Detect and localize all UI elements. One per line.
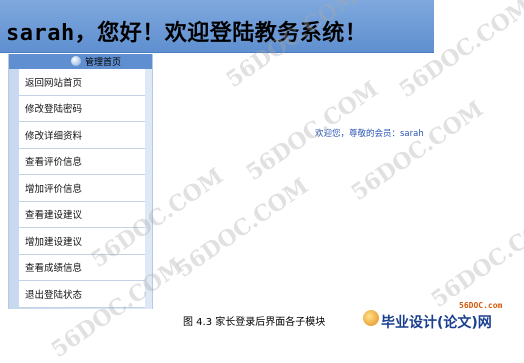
sidebar-item-view-suggestions[interactable]: 查看建设建议 <box>19 201 145 228</box>
welcome-banner-title: sarah，您好！欢迎登陆教务系统！ <box>6 21 368 46</box>
sidebar-item-label: 修改详细资料 <box>25 130 83 142</box>
header-banner: sarah，您好！欢迎登陆教务系统！ <box>0 0 434 53</box>
welcome-message: 欢迎您，尊敬的会员：sarah <box>315 129 424 139</box>
sidebar-item-label: 修改登陆密码 <box>25 104 83 116</box>
sidebar-item-view-evaluations[interactable]: 查看评价信息 <box>19 148 145 175</box>
sidebar-item-label: 增加建设建议 <box>25 236 83 248</box>
figure-caption: 图 4.3 家长登录后界面各子模块 <box>183 317 326 328</box>
watermark: 56DOC.COM <box>426 202 524 314</box>
sidebar-item-add-evaluation[interactable]: 增加评价信息 <box>19 175 145 202</box>
site-logo: 56DOC.com 毕业设计(论文)网 <box>363 301 523 331</box>
sidebar-item-edit-profile[interactable]: 修改详细资料 <box>19 122 145 149</box>
sidebar-item-label: 查看成绩信息 <box>25 263 83 275</box>
sidebar-item-label: 查看建设建议 <box>25 210 83 222</box>
sidebar-item-label: 查看评价信息 <box>25 157 83 169</box>
sidebar-item-add-suggestion[interactable]: 增加建设建议 <box>19 228 145 255</box>
home-icon <box>71 56 81 66</box>
sidebar-item-label: 退出登陆状态 <box>25 289 83 301</box>
sidebar-item-return-home[interactable]: 返回网站首页 <box>19 69 145 96</box>
logo-url: 56DOC.com <box>459 301 503 310</box>
sidebar-item-change-password[interactable]: 修改登陆密码 <box>19 95 145 122</box>
watermark: 56DOC.COM <box>346 95 489 207</box>
logo-emblem-icon <box>363 310 379 326</box>
sidebar-header-label: 管理首页 <box>85 58 122 68</box>
sidebar-item-view-grades[interactable]: 查看成绩信息 <box>19 254 145 281</box>
watermark: 56DOC.COM <box>171 172 314 284</box>
sidebar-menu: 管理首页 返回网站首页 修改登陆密码 修改详细资料 查看评价信息 增加评价信息 … <box>8 54 153 309</box>
sidebar-item-logout[interactable]: 退出登陆状态 <box>19 281 145 308</box>
sidebar-header[interactable]: 管理首页 <box>9 54 152 69</box>
screenshot-frame: sarah，您好！欢迎登陆教务系统！ 管理首页 返回网站首页 修改登陆密码 修改… <box>0 0 524 363</box>
sidebar-item-label: 返回网站首页 <box>25 77 83 89</box>
logo-text: 毕业设计(论文)网 <box>381 315 492 331</box>
sidebar-item-label: 增加评价信息 <box>25 183 83 195</box>
